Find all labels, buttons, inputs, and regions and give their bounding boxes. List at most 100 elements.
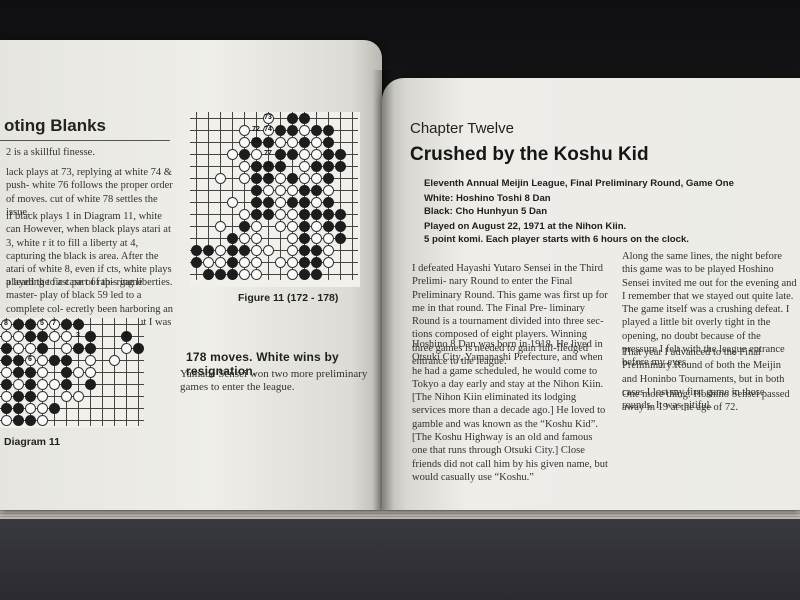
white-stone	[25, 403, 36, 414]
white-stone	[311, 149, 322, 160]
game-event: Eleventh Annual Meijin League, Final Pre…	[424, 178, 734, 189]
black-stone	[323, 197, 334, 208]
figure-caption: Figure 11 (172 - 178)	[238, 292, 339, 304]
black-stone	[239, 245, 250, 256]
black-stone	[299, 209, 310, 220]
white-stone	[263, 185, 274, 196]
black-stone	[299, 221, 310, 232]
black-stone	[299, 233, 310, 244]
black-stone	[263, 209, 274, 220]
white-stone	[275, 173, 286, 184]
black-stone	[49, 355, 60, 366]
white-stone	[251, 257, 262, 268]
white-stone	[299, 161, 310, 172]
white-stone	[311, 221, 322, 232]
black-stone	[37, 331, 48, 342]
black-stone	[203, 269, 214, 280]
black-stone	[287, 113, 298, 124]
black-stone	[13, 403, 24, 414]
black-stone	[1, 403, 12, 414]
white-stone	[251, 233, 262, 244]
figure-11-board: 73 72 74 75 77 76 78	[190, 112, 360, 287]
white-stone	[239, 161, 250, 172]
white-stone	[287, 233, 298, 244]
section-title: oting Blanks	[4, 116, 107, 135]
white-stone	[109, 355, 120, 366]
white-stone	[1, 367, 12, 378]
board-grid-line	[102, 318, 103, 426]
black-stone	[227, 269, 238, 280]
move-number-label: 77	[264, 150, 272, 157]
black-stone	[1, 379, 12, 390]
white-stone	[73, 367, 84, 378]
diagram-11-board: 8573216	[0, 318, 144, 428]
white-stone	[311, 197, 322, 208]
black-stone	[73, 319, 84, 330]
move-number-label: 8	[4, 320, 8, 327]
white-stone	[239, 257, 250, 268]
white-stone	[323, 245, 334, 256]
white-stone	[287, 185, 298, 196]
white-stone	[287, 209, 298, 220]
move-number-label: 1	[136, 344, 140, 351]
black-stone	[191, 257, 202, 268]
closing-paragraph: Yamabe Sensei won two more preliminary g…	[180, 368, 368, 394]
white-stone	[287, 137, 298, 148]
black-stone	[299, 113, 310, 124]
black-stone	[323, 137, 334, 148]
white-stone	[37, 367, 48, 378]
black-stone	[227, 257, 238, 268]
white-stone	[85, 367, 96, 378]
black-stone	[323, 149, 334, 160]
white-stone	[85, 355, 96, 366]
white-stone	[239, 173, 250, 184]
black-stone	[13, 367, 24, 378]
black-stone	[61, 319, 72, 330]
black-stone	[37, 343, 48, 354]
black-stone	[335, 233, 346, 244]
black-stone	[275, 161, 286, 172]
move-number-label: 75	[252, 138, 260, 145]
white-stone	[73, 391, 84, 402]
black-stone	[275, 125, 286, 136]
black-stone	[191, 245, 202, 256]
section-rule	[0, 140, 170, 141]
black-stone	[323, 209, 334, 220]
black-stone	[335, 209, 346, 220]
white-stone	[275, 137, 286, 148]
white-stone	[323, 185, 334, 196]
black-stone	[287, 125, 298, 136]
white-stone	[37, 403, 48, 414]
move-number-label: 6	[28, 356, 32, 363]
black-stone	[203, 245, 214, 256]
white-stone	[275, 257, 286, 268]
black-stone	[287, 149, 298, 160]
white-stone	[37, 391, 48, 402]
black-stone	[25, 367, 36, 378]
white-stone	[25, 343, 36, 354]
right-col2-paragraph-3: One more thing: Hoshino Sensei passed aw…	[622, 389, 790, 414]
black-stone	[311, 269, 322, 280]
black-stone	[323, 125, 334, 136]
board-grid-line	[114, 318, 115, 426]
white-player: White: Hoshino Toshi 8 Dan	[424, 193, 551, 204]
white-stone	[215, 221, 226, 232]
white-stone	[49, 331, 60, 342]
black-stone	[25, 379, 36, 390]
book-gutter	[372, 70, 394, 510]
black-stone	[299, 257, 310, 268]
move-number-label: 3	[76, 332, 80, 339]
game-rules: 5 point komi. Each player starts with 6 …	[424, 234, 689, 245]
white-stone	[61, 391, 72, 402]
left-paragraph-1: 2 is a skillful finesse.	[6, 147, 95, 158]
black-stone	[73, 343, 84, 354]
black-stone	[299, 269, 310, 280]
black-stone	[263, 197, 274, 208]
move-number-label: 76	[264, 162, 272, 169]
black-player: Black: Cho Hunhyun 5 Dan	[424, 206, 548, 217]
white-stone	[49, 379, 60, 390]
black-stone	[323, 221, 334, 232]
white-stone	[311, 233, 322, 244]
black-stone	[25, 391, 36, 402]
black-stone	[311, 161, 322, 172]
